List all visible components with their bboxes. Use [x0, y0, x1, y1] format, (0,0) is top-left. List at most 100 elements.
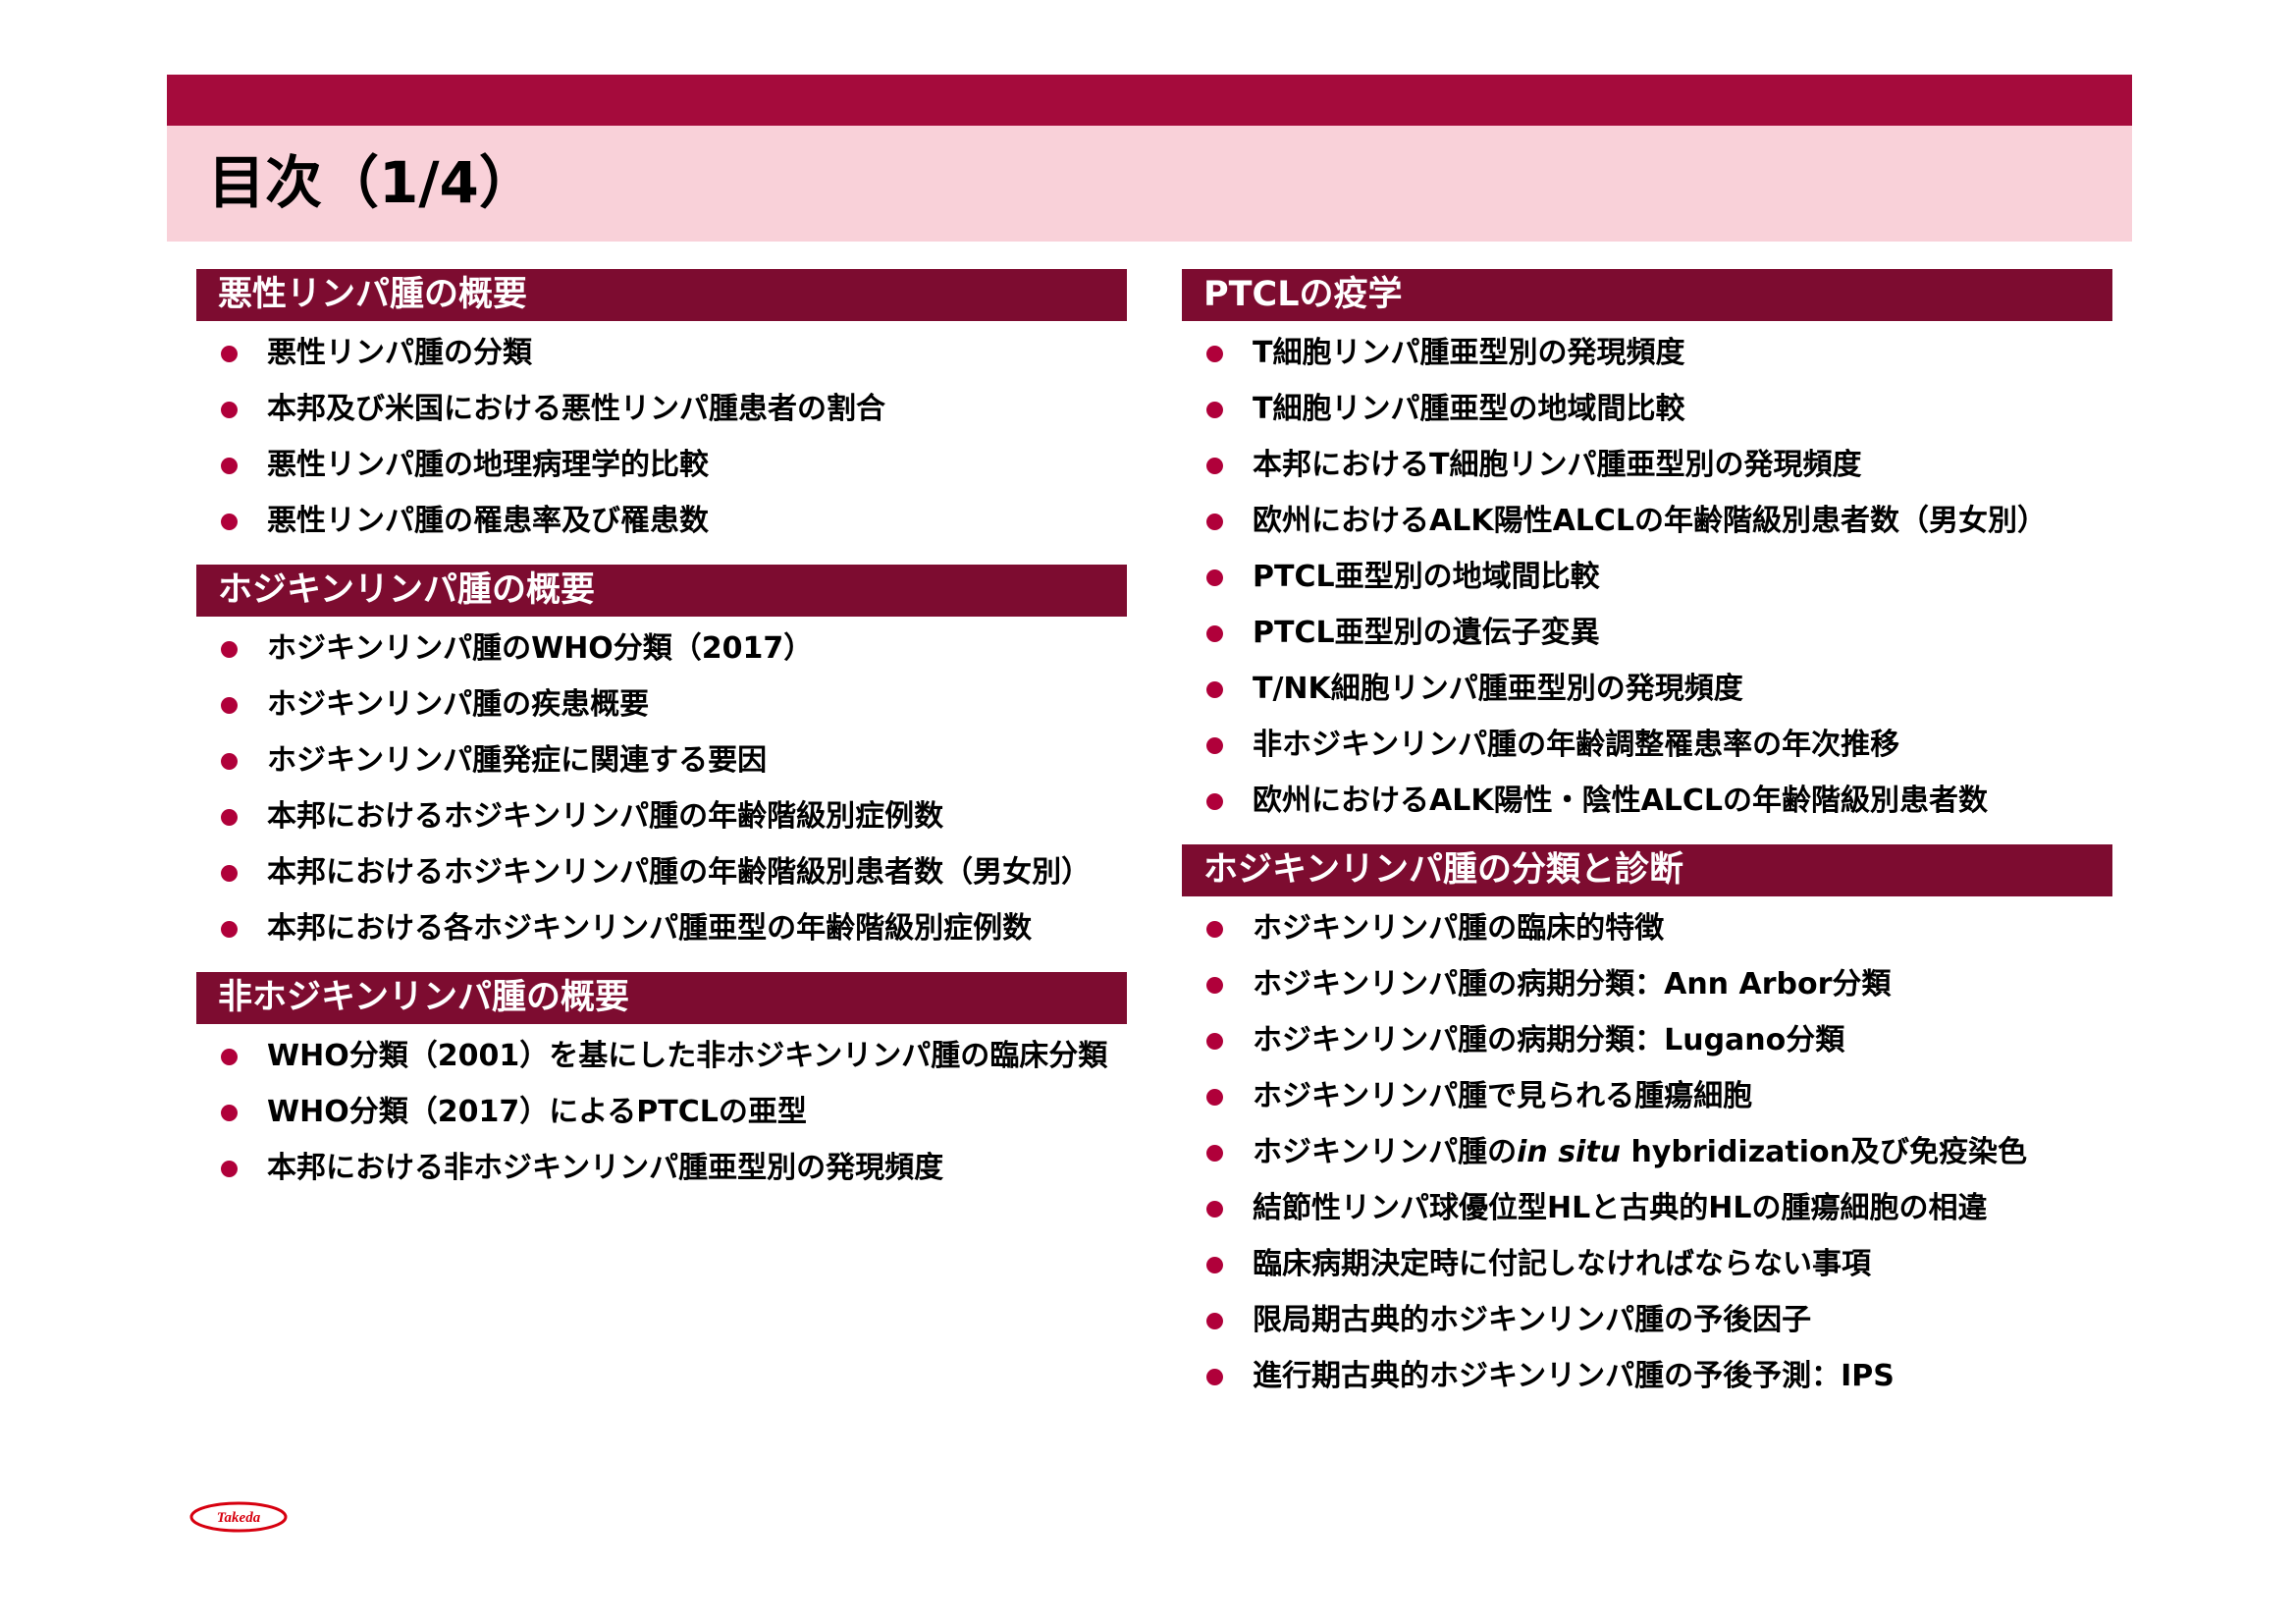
toc-item-label-prefix: ホジキンリンパ腫の [1253, 1135, 1518, 1169]
toc-item[interactable]: 非ホジキンリンパ腫の年齢調整罹患率の年次推移 [1182, 717, 2112, 773]
bullet-icon [221, 921, 238, 938]
bullet-icon [1206, 402, 1223, 418]
bullet-icon [1206, 977, 1223, 994]
toc-item[interactable]: 悪性リンパ腫の罹患率及び罹患数 [196, 493, 1127, 549]
toc-item-label: ホジキンリンパ腫の疾患概要 [267, 687, 650, 722]
toc-item[interactable]: PTCL亜型別の遺伝子変異 [1182, 605, 2112, 661]
toc-item[interactable]: WHO分類（2001）を基にした非ホジキンリンパ腫の臨床分類 [196, 1028, 1127, 1084]
section-header: 悪性リンパ腫の概要 [196, 269, 1127, 321]
toc-item[interactable]: ホジキンリンパ腫で見られる腫瘍細胞 [1182, 1068, 2112, 1124]
section-hodgkin-overview: ホジキンリンパ腫の概要 ホジキンリンパ腫のWHO分類（2017） ホジキンリンパ… [196, 565, 1127, 956]
toc-item-label: 欧州におけるALK陽性ALCLの年齢階級別患者数（男女別） [1253, 504, 2048, 538]
toc-item-label-suffix: hybridization及び免疫染色 [1621, 1135, 2028, 1169]
toc-item-label: 本邦におけるホジキンリンパ腫の年齢階級別症例数 [267, 799, 944, 834]
page-title: 目次（1/4） [208, 149, 536, 216]
toc-item-label: 悪性リンパ腫の罹患率及び罹患数 [267, 504, 709, 538]
toc-item[interactable]: 本邦及び米国における悪性リンパ腫患者の割合 [196, 381, 1127, 437]
toc-item[interactable]: 本邦における非ホジキンリンパ腫亜型別の発現頻度 [196, 1140, 1127, 1196]
left-column: 悪性リンパ腫の概要 悪性リンパ腫の分類 本邦及び米国における悪性リンパ腫患者の割… [196, 269, 1127, 1196]
bullet-icon [1206, 458, 1223, 474]
section-header: ホジキンリンパ腫の概要 [196, 565, 1127, 617]
bullet-icon [1206, 346, 1223, 362]
toc-item[interactable]: ホジキンリンパ腫の臨床的特徴 [1182, 900, 2112, 956]
toc-item[interactable]: 悪性リンパ腫の分類 [196, 325, 1127, 381]
toc-item[interactable]: 結節性リンパ球優位型HLと古典的HLの腫瘍細胞の相違 [1182, 1180, 2112, 1236]
toc-item[interactable]: ホジキンリンパ腫の病期分類：Lugano分類 [1182, 1012, 2112, 1068]
section-header: 非ホジキンリンパ腫の概要 [196, 972, 1127, 1024]
bullet-icon [221, 1049, 238, 1065]
toc-item[interactable]: 本邦における各ホジキンリンパ腫亜型の年齢階級別症例数 [196, 900, 1127, 956]
toc-item-label: PTCL亜型別の遺伝子変異 [1253, 616, 1600, 650]
toc-item-label: 悪性リンパ腫の分類 [267, 336, 532, 370]
toc-item-label: ホジキンリンパ腫の臨床的特徴 [1253, 911, 1665, 946]
bullet-icon [221, 514, 238, 530]
toc-item-label: 本邦における各ホジキンリンパ腫亜型の年齢階級別症例数 [267, 911, 1033, 946]
section-item-list: WHO分類（2001）を基にした非ホジキンリンパ腫の臨床分類 WHO分類（201… [196, 1024, 1127, 1196]
bullet-icon [1206, 1089, 1223, 1106]
section-hodgkin-classification-diagnosis: ホジキンリンパ腫の分類と診断 ホジキンリンパ腫の臨床的特徴 ホジキンリンパ腫の病… [1182, 844, 2112, 1404]
bullet-icon [1206, 1369, 1223, 1385]
toc-item[interactable]: 欧州におけるALK陽性ALCLの年齢階級別患者数（男女別） [1182, 493, 2112, 549]
toc-item-label: WHO分類（2001）を基にした非ホジキンリンパ腫の臨床分類 [267, 1039, 1108, 1073]
section-item-list: ホジキンリンパ腫のWHO分類（2017） ホジキンリンパ腫の疾患概要 ホジキンリ… [196, 617, 1127, 956]
bullet-icon [1206, 569, 1223, 586]
toc-item[interactable]: 本邦におけるホジキンリンパ腫の年齢階級別患者数（男女別） [196, 844, 1127, 900]
bullet-icon [1206, 1033, 1223, 1050]
section-header: ホジキンリンパ腫の分類と診断 [1182, 844, 2112, 896]
toc-item-label: T/NK細胞リンパ腫亜型別の発現頻度 [1253, 672, 1743, 706]
toc-item-label: 本邦における非ホジキンリンパ腫亜型別の発現頻度 [267, 1151, 944, 1185]
toc-item[interactable]: T細胞リンパ腫亜型の地域間比較 [1182, 381, 2112, 437]
bullet-icon [1206, 793, 1223, 810]
logo-text: Takeda [217, 1510, 261, 1526]
section-item-list: ホジキンリンパ腫の臨床的特徴 ホジキンリンパ腫の病期分類：Ann Arbor分類… [1182, 896, 2112, 1404]
right-column: PTCLの疫学 T細胞リンパ腫亜型別の発現頻度 T細胞リンパ腫亜型の地域間比較 … [1182, 269, 2112, 1404]
bullet-icon [221, 402, 238, 418]
toc-item-label-italic: in situ [1517, 1135, 1622, 1169]
bullet-icon [1206, 514, 1223, 530]
toc-item-label: 限局期古典的ホジキンリンパ腫の予後因子 [1253, 1303, 1812, 1337]
bullet-icon [221, 458, 238, 474]
bullet-icon [221, 1105, 238, 1121]
bullet-icon [221, 346, 238, 362]
toc-item[interactable]: WHO分類（2017）によるPTCLの亜型 [196, 1084, 1127, 1140]
toc-item[interactable]: PTCL亜型別の地域間比較 [1182, 549, 2112, 605]
section-ptcl-epidemiology: PTCLの疫学 T細胞リンパ腫亜型別の発現頻度 T細胞リンパ腫亜型の地域間比較 … [1182, 269, 2112, 829]
toc-item-label: WHO分類（2017）によるPTCLの亜型 [267, 1095, 807, 1129]
toc-item[interactable]: 欧州におけるALK陽性・陰性ALCLの年齢階級別患者数 [1182, 773, 2112, 829]
bullet-icon [221, 641, 238, 658]
toc-item[interactable]: 限局期古典的ホジキンリンパ腫の予後因子 [1182, 1292, 2112, 1348]
toc-item[interactable]: T/NK細胞リンパ腫亜型別の発現頻度 [1182, 661, 2112, 717]
toc-item-label: 本邦及び米国における悪性リンパ腫患者の割合 [267, 392, 885, 426]
toc-item[interactable]: ホジキンリンパ腫のWHO分類（2017） [196, 621, 1127, 677]
bullet-icon [1206, 1145, 1223, 1162]
toc-item-label: ホジキンリンパ腫の病期分類：Ann Arbor分類 [1253, 967, 1892, 1001]
toc-item[interactable]: 悪性リンパ腫の地理病理学的比較 [196, 437, 1127, 493]
toc-item-label: ホジキンリンパ腫のWHO分類（2017） [267, 631, 814, 666]
toc-item[interactable]: T細胞リンパ腫亜型別の発現頻度 [1182, 325, 2112, 381]
bullet-icon [1206, 625, 1223, 642]
bullet-icon [221, 865, 238, 882]
toc-item[interactable]: ホジキンリンパ腫のin situ hybridization及び免疫染色 [1182, 1124, 2112, 1180]
toc-item-label: ホジキンリンパ腫で見られる腫瘍細胞 [1253, 1079, 1753, 1113]
toc-item-label: T細胞リンパ腫亜型の地域間比較 [1253, 392, 1685, 426]
bullet-icon [221, 1161, 238, 1177]
section-header: PTCLの疫学 [1182, 269, 2112, 321]
toc-item-label: ホジキンリンパ腫の病期分類：Lugano分類 [1253, 1023, 1845, 1057]
toc-item[interactable]: 進行期古典的ホジキンリンパ腫の予後予測：IPS [1182, 1348, 2112, 1404]
toc-item[interactable]: ホジキンリンパ腫の疾患概要 [196, 677, 1127, 732]
section-item-list: 悪性リンパ腫の分類 本邦及び米国における悪性リンパ腫患者の割合 悪性リンパ腫の地… [196, 321, 1127, 549]
top-accent-bar [167, 75, 2132, 126]
toc-item[interactable]: 本邦におけるホジキンリンパ腫の年齢階級別症例数 [196, 788, 1127, 844]
toc-item-label: 本邦におけるT細胞リンパ腫亜型別の発現頻度 [1253, 448, 1862, 482]
toc-item-label: 悪性リンパ腫の地理病理学的比較 [267, 448, 709, 482]
toc-item-label: 欧州におけるALK陽性・陰性ALCLの年齢階級別患者数 [1253, 784, 1989, 818]
toc-item[interactable]: ホジキンリンパ腫の病期分類：Ann Arbor分類 [1182, 956, 2112, 1012]
toc-item-label: 結節性リンパ球優位型HLと古典的HLの腫瘍細胞の相違 [1253, 1191, 1988, 1225]
takeda-logo: Takeda [189, 1501, 288, 1533]
bullet-icon [221, 809, 238, 826]
toc-item[interactable]: ホジキンリンパ腫発症に関連する要因 [196, 732, 1127, 788]
toc-item[interactable]: 本邦におけるT細胞リンパ腫亜型別の発現頻度 [1182, 437, 2112, 493]
toc-item[interactable]: 臨床病期決定時に付記しなければならない事項 [1182, 1236, 2112, 1292]
section-non-hodgkin-overview: 非ホジキンリンパ腫の概要 WHO分類（2001）を基にした非ホジキンリンパ腫の臨… [196, 972, 1127, 1196]
bullet-icon [1206, 1201, 1223, 1218]
